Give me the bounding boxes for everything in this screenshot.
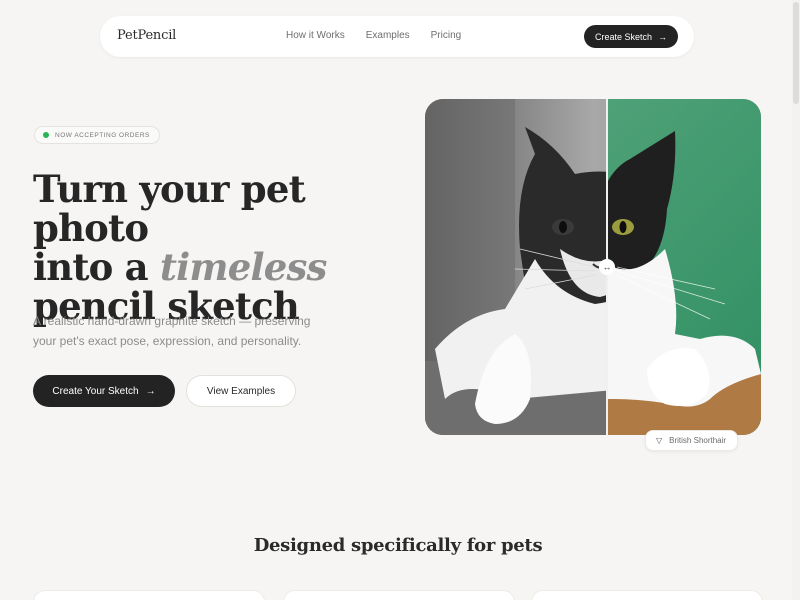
feature-card xyxy=(283,590,515,600)
headline-emphasis: timeless xyxy=(159,245,328,289)
hero-subtext: A realistic hand-drawn graphite sketch —… xyxy=(33,314,311,348)
create-your-sketch-label: Create Your Sketch xyxy=(52,385,139,397)
breed-tag-label: British Shorthair xyxy=(669,436,727,445)
cat-icon: ▽ xyxy=(656,436,663,445)
hero-headline: Turn your pet photo into a timeless penc… xyxy=(33,170,393,326)
status-dot-icon xyxy=(43,132,49,138)
page-scrollbar[interactable] xyxy=(792,0,800,600)
create-sketch-label: Create Sketch xyxy=(594,31,653,42)
nav-link-examples[interactable]: Examples xyxy=(366,30,410,41)
view-examples-label: View Examples xyxy=(206,385,276,397)
create-your-sketch-button[interactable]: Create Your Sketch → xyxy=(33,375,175,407)
headline-line-2-prefix: into a xyxy=(33,245,160,289)
arrow-right-icon: → xyxy=(658,31,668,42)
scrollbar-thumb[interactable] xyxy=(793,2,799,104)
before-after-comparison[interactable]: ↔ xyxy=(425,99,761,435)
create-sketch-button[interactable]: Create Sketch → xyxy=(584,25,678,48)
nav-link-how-it-works[interactable]: How it Works xyxy=(286,30,345,41)
top-navbar: PetPencil How it Works Examples Pricing … xyxy=(100,16,694,57)
arrow-right-icon: → xyxy=(145,385,156,397)
drag-handle-icon[interactable]: ↔ xyxy=(599,259,615,275)
brand-logo[interactable]: PetPencil xyxy=(117,28,176,43)
breed-tag: ▽ British Shorthair xyxy=(645,430,739,451)
status-badge-label: NOW ACCEPTING ORDERS xyxy=(55,131,150,139)
feature-card xyxy=(531,590,763,600)
cat-photo-illustration xyxy=(425,99,761,435)
nav-link-pricing[interactable]: Pricing xyxy=(431,30,462,41)
nav-links: How it Works Examples Pricing xyxy=(286,30,461,41)
view-examples-button[interactable]: View Examples xyxy=(186,375,296,407)
features-section-title: Designed specifically for pets xyxy=(253,535,543,556)
feature-card xyxy=(33,590,265,600)
status-badge: NOW ACCEPTING ORDERS xyxy=(34,126,160,144)
headline-line-1: Turn your pet photo xyxy=(33,167,306,250)
